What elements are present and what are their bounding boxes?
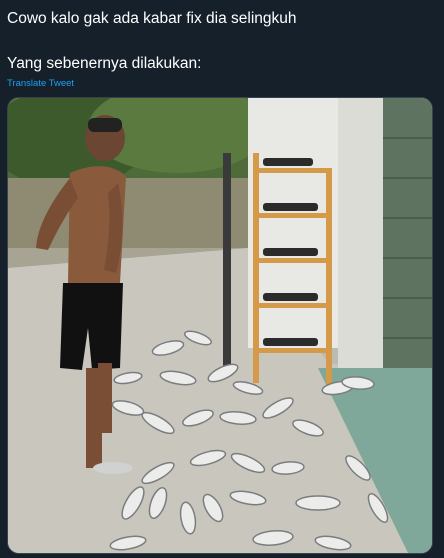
stairs: [383, 98, 432, 378]
pillar: [338, 98, 383, 368]
tweet-text-line-2: Yang sebenernya dilakukan:: [7, 55, 202, 72]
photo-illustration: [8, 98, 432, 553]
tweet-photo[interactable]: [7, 97, 433, 554]
tweet-text-line-1: Cowo kalo gak ada kabar fix dia selingku…: [7, 10, 297, 27]
tweet: Cowo kalo gak ada kabar fix dia selingku…: [0, 0, 444, 558]
translate-tweet-link[interactable]: Translate Tweet: [7, 78, 74, 90]
